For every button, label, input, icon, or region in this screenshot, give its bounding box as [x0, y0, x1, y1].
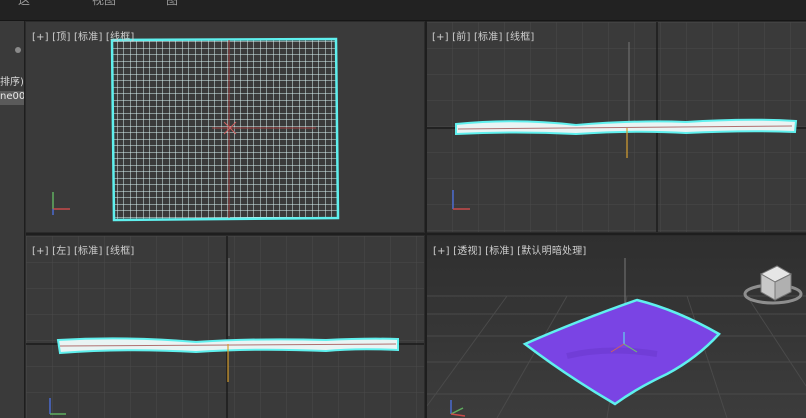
cloth-mesh-top — [110, 37, 340, 222]
scene-explorer-panel: 排序) ne00 — [0, 21, 25, 418]
viewport-left[interactable]: [+] [左] [标准] [线框] — [26, 236, 424, 418]
viewport-divider-vertical[interactable] — [425, 21, 427, 418]
viewport-top[interactable]: [+] [顶] [标准] [线框] — [26, 22, 424, 232]
viewport-label[interactable]: [+] [透视] [标准] [默认明暗处理] — [433, 242, 587, 257]
viewport-label[interactable]: [+] [左] [标准] [线框] — [32, 242, 135, 257]
menu-item[interactable]: 视图 — [92, 0, 116, 8]
sort-label[interactable]: 排序) — [0, 73, 24, 88]
viewport-left-canvas — [26, 236, 424, 418]
panel-dot-icon — [15, 47, 21, 53]
menu-bar: 这 视图 图 — [0, 0, 806, 21]
menu-item[interactable]: 图 — [166, 0, 178, 8]
viewport-front[interactable]: [+] [前] [标准] [线框] — [426, 22, 806, 232]
viewport-divider-horizontal[interactable] — [26, 233, 806, 235]
viewport-front-canvas — [426, 22, 806, 232]
viewport-label[interactable]: [+] [前] [标准] [线框] — [432, 28, 535, 43]
selected-object-item[interactable]: ne00 — [0, 91, 24, 105]
menu-item[interactable]: 这 — [18, 0, 30, 8]
viewport-top-canvas — [26, 22, 424, 232]
viewport-perspective-canvas — [427, 236, 806, 418]
viewport-perspective[interactable]: [+] [透视] [标准] [默认明暗处理] — [427, 236, 806, 418]
viewport-label[interactable]: [+] [顶] [标准] [线框] — [32, 28, 135, 43]
